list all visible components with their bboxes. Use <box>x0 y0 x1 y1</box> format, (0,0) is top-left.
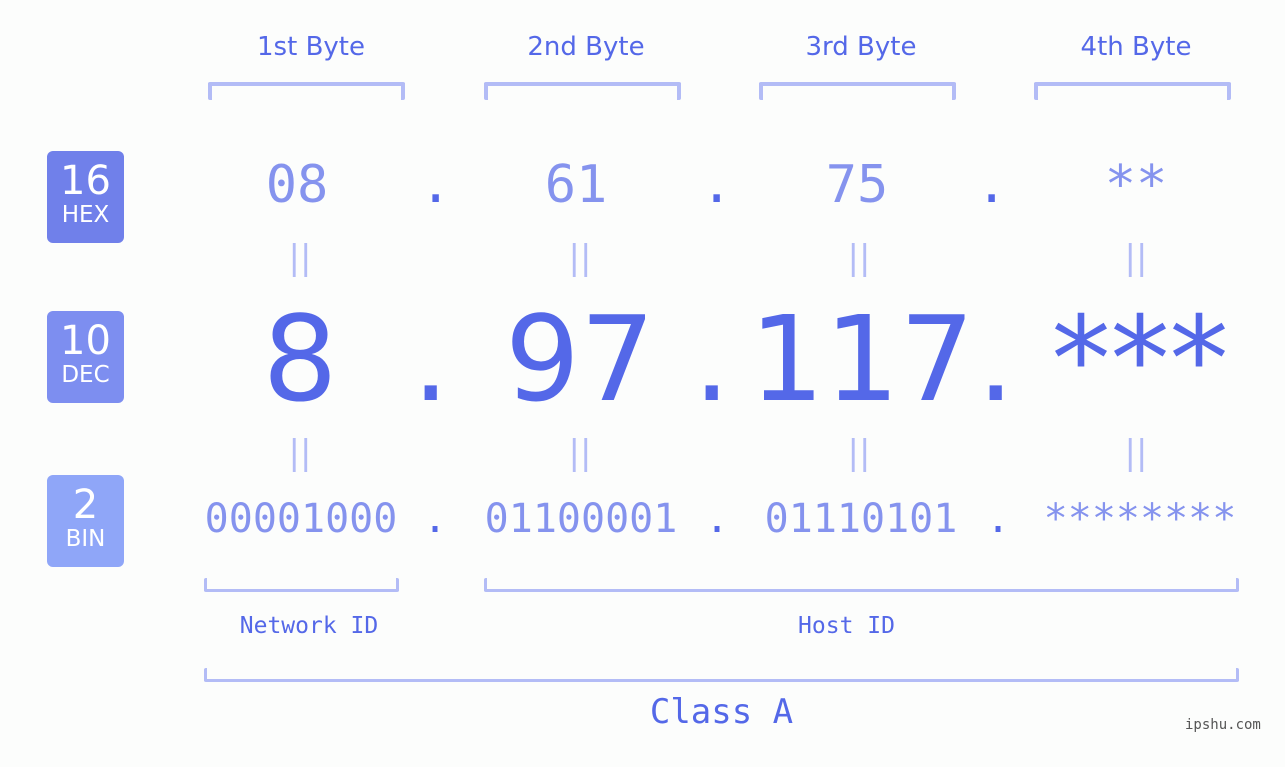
hex-byte-2: 61 <box>544 155 608 215</box>
hex-badge: 16 HEX <box>47 151 124 243</box>
byte-header-4: 4th Byte <box>1080 32 1192 62</box>
bin-badge: 2 BIN <box>47 475 124 567</box>
bin-base-number: 2 <box>72 482 99 528</box>
dec-byte-3: 117 <box>749 290 975 428</box>
bin-byte-1: 00001000 <box>204 496 398 542</box>
equals-icon: || <box>847 433 871 473</box>
hex-byte-4: ** <box>1104 155 1168 215</box>
bin-separator-3: . <box>986 496 1011 542</box>
dec-base-label: DEC <box>61 362 110 388</box>
equals-icon: || <box>1124 433 1148 473</box>
hex-separator-2: . <box>701 155 733 215</box>
host-id-label: Host ID <box>798 613 895 639</box>
bin-separator-1: . <box>423 496 448 542</box>
dec-separator-3: . <box>977 290 1015 428</box>
byte-header-1: 1st Byte <box>257 32 365 62</box>
dec-byte-4: *** <box>1051 290 1229 428</box>
hex-base-label: HEX <box>61 202 110 228</box>
dec-badge: 10 DEC <box>47 311 124 403</box>
bin-byte-2: 01100001 <box>484 496 678 542</box>
bin-byte-4: ******** <box>1043 496 1237 542</box>
dec-base-number: 10 <box>60 318 111 364</box>
dec-separator-1: . <box>412 290 450 428</box>
byte-header-2: 2nd Byte <box>527 32 645 62</box>
class-bracket <box>204 668 1239 682</box>
bin-base-label: BIN <box>65 526 106 552</box>
network-id-label: Network ID <box>239 613 379 639</box>
class-label: Class A <box>649 692 794 732</box>
bin-byte-3: 01110101 <box>764 496 958 542</box>
equals-icon: || <box>288 238 312 278</box>
byte-bracket-1 <box>208 82 405 100</box>
dec-byte-2: 97 <box>504 290 656 428</box>
equals-icon: || <box>847 238 871 278</box>
byte-bracket-2 <box>484 82 681 100</box>
hex-separator-3: . <box>976 155 1008 215</box>
host-id-bracket <box>484 578 1239 592</box>
network-id-bracket <box>204 578 399 592</box>
hex-byte-1: 08 <box>265 155 329 215</box>
dec-byte-1: 8 <box>262 290 338 428</box>
watermark: ipshu.com <box>1185 717 1261 733</box>
byte-bracket-3 <box>759 82 956 100</box>
byte-header-3: 3rd Byte <box>805 32 917 62</box>
equals-icon: || <box>288 433 312 473</box>
equals-icon: || <box>1124 238 1148 278</box>
equals-icon: || <box>568 433 592 473</box>
dec-separator-2: . <box>693 290 731 428</box>
hex-byte-3: 75 <box>825 155 889 215</box>
hex-base-number: 16 <box>60 158 111 204</box>
equals-icon: || <box>568 238 592 278</box>
byte-bracket-4 <box>1034 82 1231 100</box>
bin-separator-2: . <box>705 496 730 542</box>
hex-separator-1: . <box>420 155 452 215</box>
